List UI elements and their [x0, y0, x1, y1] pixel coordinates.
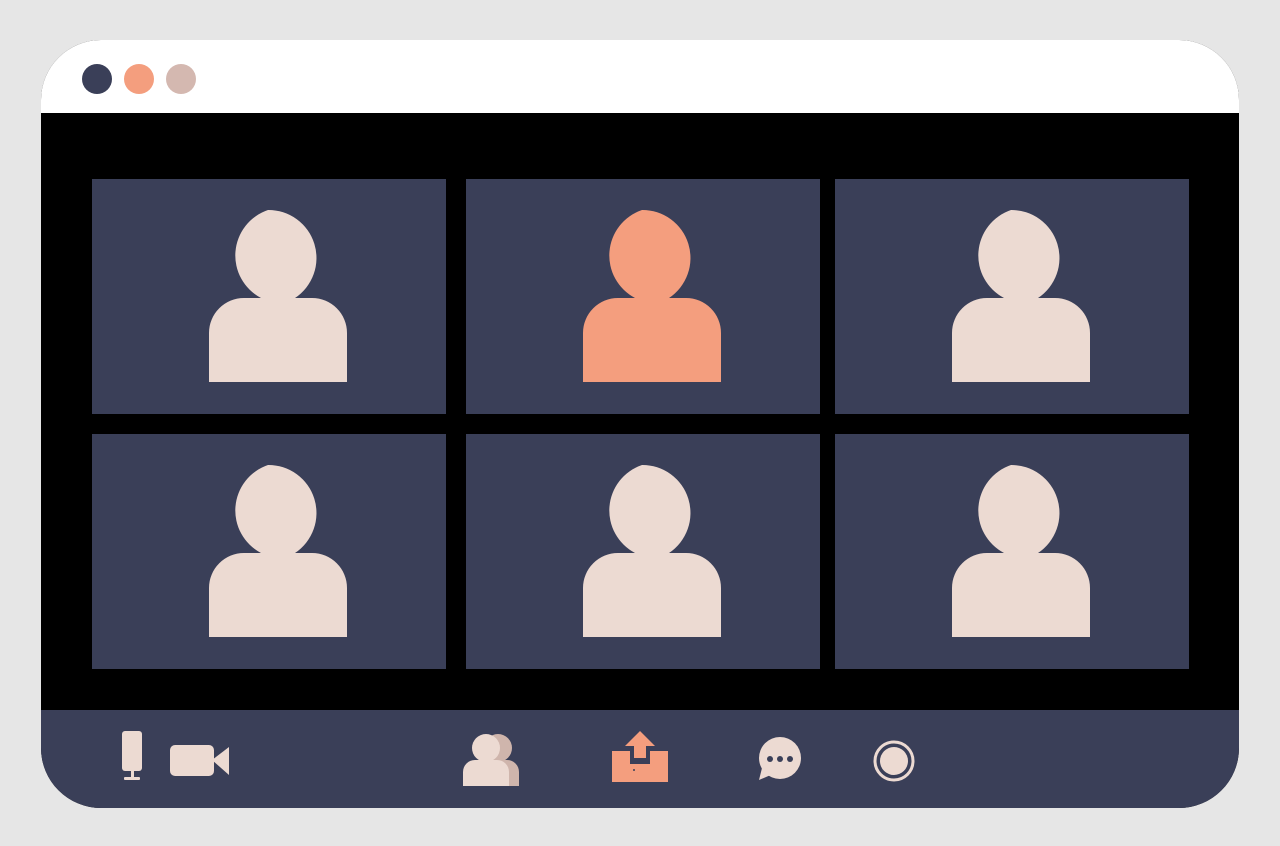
- participant-tile[interactable]: [835, 179, 1189, 414]
- person-avatar-icon: [209, 209, 347, 382]
- participant-grid: [41, 113, 1239, 710]
- person-avatar-icon: [583, 209, 721, 382]
- person-avatar-icon: [209, 464, 347, 637]
- microphone-icon[interactable]: [121, 730, 145, 782]
- window-titlebar: [41, 40, 1239, 113]
- person-avatar-icon: [952, 464, 1090, 637]
- participants-icon[interactable]: [461, 732, 521, 788]
- participant-tile[interactable]: [835, 434, 1189, 669]
- person-avatar-icon: [952, 209, 1090, 382]
- participant-tile-active-speaker[interactable]: [466, 179, 820, 414]
- participant-tile[interactable]: [466, 434, 820, 669]
- chat-bubble-icon[interactable]: [755, 736, 803, 784]
- video-call-window: [41, 40, 1239, 808]
- call-toolbar: [41, 710, 1239, 808]
- window-control-minimize[interactable]: [124, 64, 154, 94]
- record-icon[interactable]: [873, 740, 915, 782]
- participant-tile[interactable]: [92, 434, 446, 669]
- video-camera-icon[interactable]: [169, 742, 231, 778]
- share-screen-icon[interactable]: [611, 730, 669, 784]
- window-control-maximize[interactable]: [166, 64, 196, 94]
- person-avatar-icon: [583, 464, 721, 637]
- participant-tile[interactable]: [92, 179, 446, 414]
- window-control-close[interactable]: [82, 64, 112, 94]
